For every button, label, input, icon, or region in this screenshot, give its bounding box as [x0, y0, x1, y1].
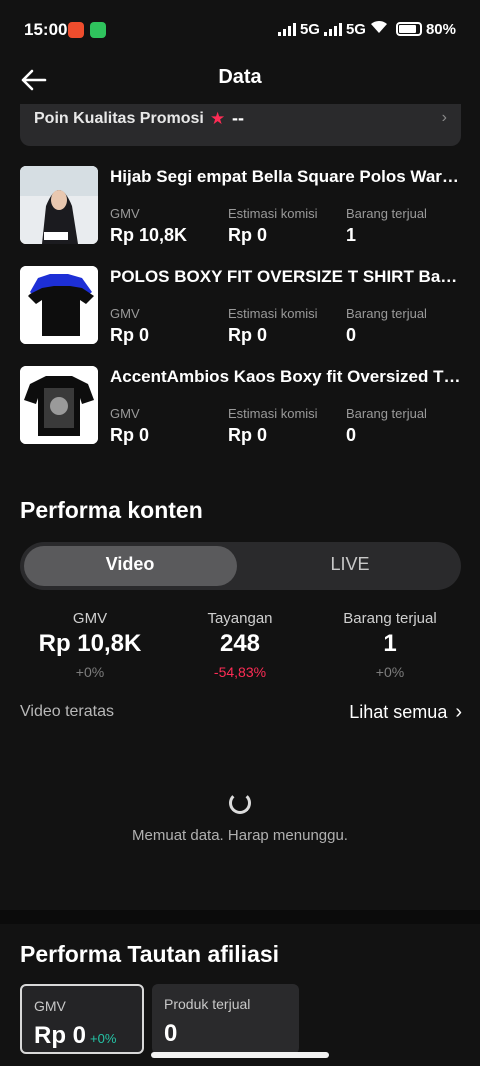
stat-change: +0% [375, 664, 405, 680]
tab-live[interactable]: LIVE [240, 554, 460, 575]
metric-label: Estimasi komisi [228, 206, 318, 221]
product-row[interactable]: POLOS BOXY FIT OVERSIZE T SHIRT Baju Kao… [20, 266, 462, 346]
see-all-link[interactable]: Lihat semua › [349, 701, 462, 724]
product-thumbnail [20, 266, 98, 344]
section-divider [0, 910, 480, 924]
message-notification-icon [90, 22, 106, 38]
stat-views: Tayangan 248 -54,83% [160, 610, 320, 680]
section-title-content-performance: Performa konten [20, 497, 203, 523]
product-metric-commission: Estimasi komisi Rp 0 [228, 406, 344, 446]
wifi-icon [370, 20, 388, 38]
metric-label: GMV [110, 406, 140, 421]
section-title-affiliate-performance: Performa Tautan afiliasi [20, 941, 280, 967]
see-all-label: Lihat semua [349, 702, 448, 722]
metric-label: Estimasi komisi [228, 406, 318, 421]
stat-items-sold: Barang terjual 1 +0% [310, 610, 470, 680]
product-metric-gmv: GMV Rp 0 [110, 406, 226, 446]
content-type-toggle: Video LIVE [20, 542, 461, 590]
product-metric-gmv: GMV Rp 0 [110, 306, 226, 346]
loading-spinner-icon [229, 792, 251, 814]
promo-quality-row[interactable]: Poin Kualitas Promosi ★ -- › [20, 104, 461, 146]
metric-value: Rp 0 [228, 425, 268, 445]
metric-value: Rp 0 [110, 425, 150, 445]
affiliate-card-value: 0 [164, 1020, 178, 1047]
metric-label: Barang terjual [346, 406, 427, 421]
page-title: Data [218, 66, 262, 88]
metric-value: 1 [346, 225, 357, 245]
metric-value: Rp 0 [228, 225, 268, 245]
affiliate-card-value: Rp 0 [34, 1022, 87, 1049]
product-metric-sold: Barang terjual 0 [346, 406, 462, 446]
battery-level: 80% [425, 20, 456, 38]
stat-label: Barang terjual [343, 610, 437, 627]
star-icon: ★ [210, 109, 226, 128]
product-row[interactable]: Hijab Segi empat Bella Square Polos Warn… [20, 166, 462, 246]
stat-change: -54,83% [213, 664, 267, 680]
stat-value: 248 [219, 630, 261, 657]
metric-label: Estimasi komisi [228, 306, 318, 321]
status-indicators: 5G 5G 80% [277, 20, 456, 38]
product-row[interactable]: AccentAmbios Kaos Boxy fit Oversized T S… [20, 366, 462, 446]
product-metric-commission: Estimasi komisi Rp 0 [228, 306, 344, 346]
status-bar: 15:00 5G 5G 80% [0, 0, 480, 60]
shopee-notification-icon [68, 22, 84, 38]
signal-icon [277, 22, 296, 36]
promo-quality-value: -- [232, 108, 244, 128]
signal-icon-2 [323, 22, 342, 36]
network-type-1: 5G [299, 20, 320, 38]
battery-icon [395, 22, 422, 36]
metric-label: Barang terjual [346, 206, 427, 221]
top-videos-label: Video teratas [20, 703, 114, 720]
product-thumbnail [20, 366, 98, 444]
chevron-right-icon: › [441, 109, 447, 126]
affiliate-card-gmv[interactable]: GMV Rp 0 +0% [20, 984, 144, 1054]
affiliate-card-change: +0% [90, 1031, 117, 1046]
stat-gmv: GMV Rp 10,8K +0% [10, 610, 170, 680]
metric-value: 0 [346, 425, 357, 445]
product-metric-commission: Estimasi komisi Rp 0 [228, 206, 344, 246]
product-title: Hijab Segi empat Bella Square Polos Warn… [110, 167, 462, 186]
promo-quality-label: Poin Kualitas Promosi [34, 110, 204, 127]
stat-label: Tayangan [207, 610, 273, 627]
stat-value: Rp 10,8K [38, 630, 142, 657]
top-navigation: Data [0, 56, 480, 100]
affiliate-card-label: GMV [34, 998, 66, 1014]
product-title: AccentAmbios Kaos Boxy fit Oversized T S… [110, 367, 462, 386]
affiliate-card-products-sold[interactable]: Produk terjual 0 [152, 984, 299, 1054]
home-indicator[interactable] [151, 1052, 329, 1058]
product-metric-gmv: GMV Rp 10,8K [110, 206, 226, 246]
stat-label: GMV [72, 610, 108, 627]
product-thumbnail [20, 166, 98, 244]
affiliate-card-label: Produk terjual [164, 996, 251, 1012]
loading-message: Memuat data. Harap menunggu. [132, 827, 348, 844]
metric-label: GMV [110, 206, 140, 221]
product-title: POLOS BOXY FIT OVERSIZE T SHIRT Baju Kao… [110, 267, 462, 286]
product-metric-sold: Barang terjual 0 [346, 306, 462, 346]
stat-change: +0% [75, 664, 105, 680]
product-metric-sold: Barang terjual 1 [346, 206, 462, 246]
metric-value: Rp 0 [228, 325, 268, 345]
metric-label: Barang terjual [346, 306, 427, 321]
chevron-right-icon: › [455, 701, 462, 723]
status-time: 15:00 [24, 20, 68, 39]
metric-value: Rp 0 [110, 325, 150, 345]
network-type-2: 5G [345, 20, 366, 38]
metric-value: Rp 10,8K [110, 225, 188, 245]
metric-label: GMV [110, 306, 140, 321]
metric-value: 0 [346, 325, 357, 345]
affiliate-card-value-row: Rp 0 +0% [34, 1022, 116, 1050]
stat-value: 1 [383, 630, 397, 657]
tab-video[interactable]: Video [20, 554, 240, 575]
